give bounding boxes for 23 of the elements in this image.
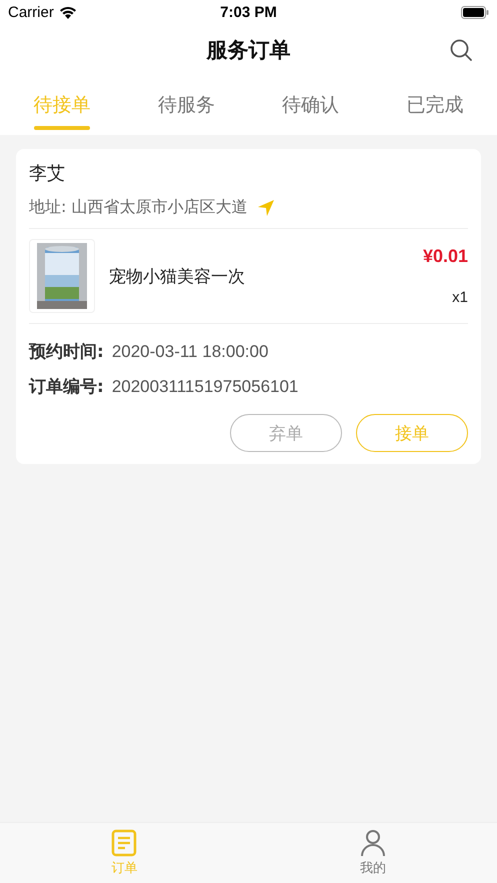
order-status-tab[interactable]: 已完成 — [402, 76, 468, 126]
battery-icon — [461, 6, 489, 18]
document-icon — [111, 829, 138, 857]
field-label: 预约时间: — [29, 341, 104, 363]
active-tab-indicator — [34, 126, 90, 130]
page-title: 服务订单 — [206, 37, 290, 64]
field-value: 2020-03-11 18:00:00 — [112, 342, 268, 362]
order-status-tab[interactable]: 待确认 — [278, 76, 344, 126]
quantity: x1 — [452, 289, 468, 306]
field-label: 订单编号: — [29, 376, 104, 398]
customer-name: 李艾 — [29, 162, 66, 185]
search-icon[interactable] — [449, 38, 473, 62]
service-name: 宠物小猫美容一次 — [109, 266, 246, 288]
wifi-icon — [58, 6, 77, 18]
field-value: 20200311151975056101 — [112, 377, 298, 397]
carrier-name: Carrier — [8, 4, 54, 20]
bottom-nav-tab[interactable]: 我的 — [354, 823, 392, 883]
price: ¥0.01 — [422, 246, 468, 267]
person-icon — [360, 829, 386, 857]
clock-time: 7:03 PM — [220, 4, 277, 20]
address-text: 地址: 山西省太原市小店区大道 — [29, 197, 248, 218]
order-status-tab[interactable]: 待服务 — [154, 76, 219, 126]
reject-order-button[interactable]: 弃单 — [230, 414, 342, 452]
